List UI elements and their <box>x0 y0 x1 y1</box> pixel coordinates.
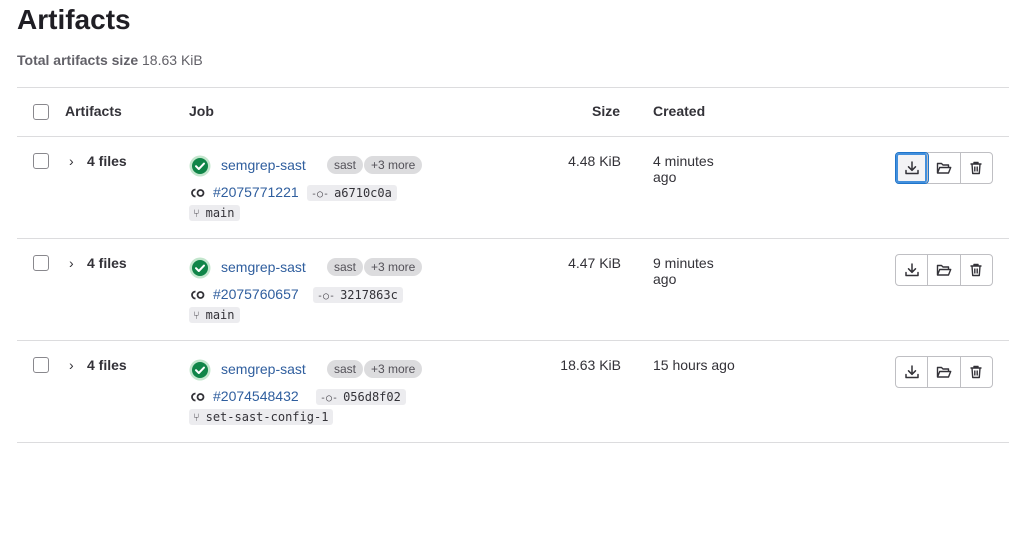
status-success-icon[interactable] <box>189 257 211 279</box>
branch-icon: ⑂ <box>193 207 200 220</box>
branch-icon: ⑂ <box>193 411 200 424</box>
chevron-right-icon: › <box>69 153 74 169</box>
total-size-label: Total artifacts size <box>17 52 139 68</box>
trash-icon <box>970 365 982 379</box>
files-toggle[interactable]: › 4 files <box>69 255 127 271</box>
chevron-right-icon: › <box>69 255 74 271</box>
files-count: 4 files <box>87 153 127 169</box>
column-header-created: Created <box>653 103 706 119</box>
select-all-checkbox[interactable] <box>33 104 49 120</box>
row-actions <box>895 152 993 184</box>
row-actions <box>895 254 993 286</box>
branch-ref[interactable]: ⑂ main <box>189 307 240 323</box>
browse-button[interactable] <box>928 357 961 387</box>
created-time: 15 hours ago <box>653 357 735 373</box>
table-top-divider <box>17 87 1009 88</box>
pipeline-link[interactable]: #2074548432 <box>213 388 299 404</box>
table-row: › 4 files semgrep-sast sast +3 more #2074… <box>0 341 1033 443</box>
row-checkbox[interactable] <box>33 255 49 271</box>
column-header-size: Size <box>592 103 621 119</box>
folder-open-icon <box>936 162 952 174</box>
browse-button[interactable] <box>928 153 961 183</box>
stage-badge: sast <box>327 258 364 276</box>
delete-button[interactable] <box>961 153 992 183</box>
folder-open-icon <box>936 264 952 276</box>
files-count: 4 files <box>87 357 127 373</box>
commit-sha-text: 3217863c <box>340 288 398 302</box>
total-artifacts-size: Total artifacts size 18.63 KiB <box>17 52 203 68</box>
branch-name: set-sast-config-1 <box>205 410 329 424</box>
stage-badge: sast <box>327 360 364 378</box>
branch-icon: ⑂ <box>193 309 200 322</box>
more-tags-badge[interactable]: +3 more <box>364 360 423 378</box>
commit-sha-text: a6710c0a <box>334 186 392 200</box>
page-title: Artifacts <box>17 4 131 35</box>
row-actions <box>895 356 993 388</box>
branch-name: main <box>205 308 235 322</box>
download-button[interactable] <box>896 357 929 387</box>
download-icon <box>904 263 919 277</box>
job-name-link[interactable]: semgrep-sast <box>221 259 306 275</box>
pipeline-icon <box>191 188 205 198</box>
chevron-right-icon: › <box>69 357 74 373</box>
delete-button[interactable] <box>961 357 992 387</box>
commit-sha-text: 056d8f02 <box>343 390 401 404</box>
total-size-value: 18.63 KiB <box>142 52 203 68</box>
table-bottom-divider <box>17 442 1009 443</box>
trash-icon <box>970 161 982 175</box>
commit-icon: -○- <box>311 189 330 200</box>
job-name-link[interactable]: semgrep-sast <box>221 157 306 173</box>
browse-button[interactable] <box>928 255 961 285</box>
status-success-icon[interactable] <box>189 155 211 177</box>
branch-ref[interactable]: ⑂ main <box>189 205 240 221</box>
commit-sha[interactable]: -○- 3217863c <box>313 287 403 303</box>
stage-badge: sast <box>327 156 364 174</box>
pipeline-link[interactable]: #2075771221 <box>213 184 299 200</box>
files-count: 4 files <box>87 255 127 271</box>
commit-icon: -○- <box>320 393 339 404</box>
status-success-icon[interactable] <box>189 359 211 381</box>
folder-open-icon <box>936 366 952 378</box>
files-toggle[interactable]: › 4 files <box>69 357 127 373</box>
more-tags-badge[interactable]: +3 more <box>364 258 423 276</box>
pipeline-icon <box>191 392 205 402</box>
artifacts-page: Artifacts Total artifacts size 18.63 KiB… <box>0 0 1033 547</box>
delete-button[interactable] <box>961 255 992 285</box>
commit-icon: -○- <box>317 291 336 302</box>
pipeline-link[interactable]: #2075760657 <box>213 286 299 302</box>
download-button[interactable] <box>896 255 929 285</box>
commit-sha[interactable]: -○- a6710c0a <box>307 185 397 201</box>
column-header-artifacts: Artifacts <box>65 103 122 119</box>
table-row: › 4 files semgrep-sast sast +3 more #2075… <box>0 137 1033 239</box>
artifact-size: 18.63 KiB <box>560 357 621 373</box>
commit-sha[interactable]: -○- 056d8f02 <box>316 389 406 405</box>
download-button[interactable] <box>896 153 929 183</box>
more-tags-badge[interactable]: +3 more <box>364 156 423 174</box>
row-checkbox[interactable] <box>33 357 49 373</box>
job-name-link[interactable]: semgrep-sast <box>221 361 306 377</box>
artifact-size: 4.47 KiB <box>568 255 621 271</box>
trash-icon <box>970 263 982 277</box>
artifact-size: 4.48 KiB <box>568 153 621 169</box>
created-time: 9 minutes ago <box>653 255 714 287</box>
row-checkbox[interactable] <box>33 153 49 169</box>
branch-name: main <box>205 206 235 220</box>
column-header-job: Job <box>189 103 214 119</box>
branch-ref[interactable]: ⑂ set-sast-config-1 <box>189 409 334 425</box>
files-toggle[interactable]: › 4 files <box>69 153 127 169</box>
download-icon <box>904 365 919 379</box>
table-row: › 4 files semgrep-sast sast +3 more #2075… <box>0 239 1033 341</box>
download-icon <box>904 161 919 175</box>
created-time: 4 minutes ago <box>653 153 714 185</box>
pipeline-icon <box>191 290 205 300</box>
